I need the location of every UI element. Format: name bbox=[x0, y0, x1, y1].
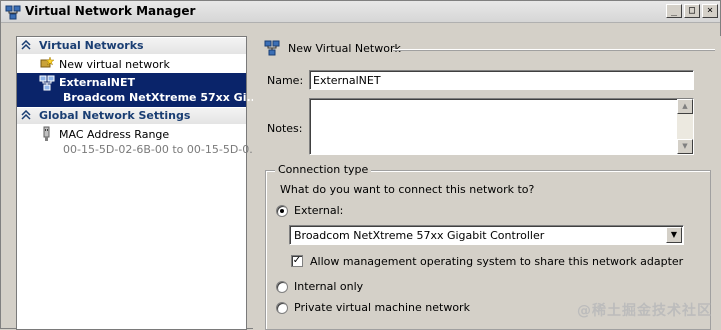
notes-textarea[interactable]: ▲ ▼ bbox=[309, 98, 694, 155]
collapse-chevron-icon bbox=[21, 40, 31, 50]
sidebar-item-sublabel: Broadcom NetXtreme 57xx Gi... bbox=[63, 91, 259, 104]
virtual-network-manager-window: Virtual Network Manager _ □ × Virtual Ne… bbox=[0, 0, 721, 330]
name-label: Name: bbox=[267, 74, 304, 87]
window-title: Virtual Network Manager bbox=[25, 4, 196, 18]
minimize-button[interactable]: _ bbox=[666, 4, 682, 18]
close-button[interactable]: × bbox=[702, 4, 718, 18]
adapter-select[interactable]: Broadcom NetXtreme 57xx Gigabit Controll… bbox=[289, 225, 684, 245]
notes-scrollbar[interactable]: ▲ ▼ bbox=[677, 99, 693, 154]
connection-type-legend: Connection type bbox=[275, 163, 372, 176]
sidebar-item-mac-address-range[interactable]: MAC Address Range 00-15-5D-02-6B-00 to 0… bbox=[17, 125, 260, 159]
section-label: Virtual Networks bbox=[39, 39, 144, 52]
network-icon bbox=[39, 75, 55, 91]
sidebar-item-label: MAC Address Range bbox=[59, 128, 170, 141]
watermark: @稀土掘金技术社区 bbox=[577, 303, 712, 319]
internal-only-radio[interactable] bbox=[276, 281, 288, 293]
network-icon bbox=[264, 40, 280, 56]
dropdown-arrow-icon[interactable]: ▼ bbox=[666, 227, 682, 243]
collapse-chevron-icon bbox=[21, 110, 31, 120]
notes-label: Notes: bbox=[267, 122, 303, 135]
allow-management-label: Allow management operating system to sha… bbox=[310, 255, 684, 268]
name-input[interactable] bbox=[309, 70, 694, 90]
sidebar-tree: Virtual Networks New virtual network Ext… bbox=[16, 36, 260, 330]
sidebar-item-label: New virtual network bbox=[59, 58, 170, 71]
section-label: Global Network Settings bbox=[39, 109, 191, 122]
internal-only-label: Internal only bbox=[294, 280, 364, 293]
sidebar-item-sublabel: 00-15-5D-02-6B-00 to 00-15-5D-0... bbox=[63, 143, 260, 156]
allow-management-checkbox[interactable]: ✓ bbox=[291, 255, 303, 267]
sidebar-item-externalnet[interactable]: ExternalNET Broadcom NetXtreme 57xx Gi..… bbox=[17, 73, 259, 107]
external-radio[interactable] bbox=[276, 205, 288, 217]
sidebar-item-new-virtual-network[interactable]: New virtual network bbox=[17, 55, 246, 73]
new-network-icon bbox=[40, 56, 55, 68]
header-divider bbox=[393, 49, 715, 51]
details-pane: New Virtual Network Name: Notes: ▲ ▼ Con… bbox=[253, 36, 721, 330]
maximize-button[interactable]: □ bbox=[684, 4, 700, 18]
title-bar: Virtual Network Manager _ □ × bbox=[1, 1, 720, 23]
connection-question: What do you want to connect this network… bbox=[280, 183, 535, 196]
external-label: External: bbox=[294, 204, 344, 217]
mac-range-icon bbox=[43, 126, 50, 141]
section-virtual-networks[interactable]: Virtual Networks bbox=[17, 38, 246, 54]
pane-title: New Virtual Network bbox=[288, 42, 401, 55]
section-global-network-settings[interactable]: Global Network Settings bbox=[17, 108, 246, 124]
scroll-up-button[interactable]: ▲ bbox=[677, 99, 693, 114]
private-network-label: Private virtual machine network bbox=[294, 301, 470, 314]
adapter-select-value: Broadcom NetXtreme 57xx Gigabit Controll… bbox=[294, 229, 545, 242]
app-network-icon bbox=[5, 5, 21, 20]
scroll-down-button[interactable]: ▼ bbox=[677, 139, 693, 154]
private-network-radio[interactable] bbox=[276, 302, 288, 314]
sidebar-item-label: ExternalNET bbox=[59, 76, 136, 89]
